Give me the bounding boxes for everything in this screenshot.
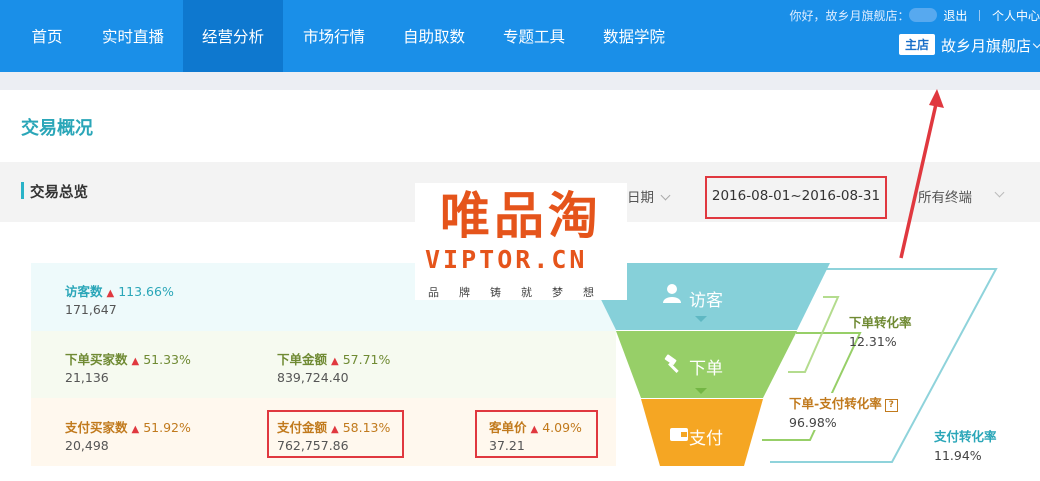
help-icon[interactable]: ? (884, 399, 898, 412)
slogan-char: 铸 (490, 286, 521, 299)
slogan-char: 品 (428, 286, 459, 299)
watermark-logo: 唯品淘 VIPTOR.CN 品牌铸就梦想 (415, 183, 627, 300)
slogan-char: 梦 (552, 286, 583, 299)
wallet-icon (670, 427, 688, 446)
slogan-char: 牌 (459, 286, 490, 299)
user-icon (663, 283, 681, 307)
conversion-value: 96.98% (789, 415, 837, 430)
slogan-char: 就 (521, 286, 552, 299)
order-conversion-rate: 下单转化率 12.31% (849, 312, 912, 349)
funnel-pay-label: 支付 (689, 429, 723, 449)
watermark-slogan: 品牌铸就梦想 (428, 284, 628, 300)
conversion-label-row: 下单-支付转化率? (789, 393, 898, 412)
order-pay-conversion-rate: 下单-支付转化率? 96.98% (789, 393, 900, 430)
funnel-order-label: 下单 (689, 359, 723, 379)
conversion-label: 下单转化率 (849, 315, 912, 330)
conversion-label: 下单-支付转化率 (789, 396, 882, 411)
funnel-visit-label: 访客 (689, 291, 723, 311)
pay-conversion-rate: 支付转化率 11.94% (934, 426, 997, 463)
callout-arrow (899, 103, 938, 259)
conversion-value: 11.94% (934, 448, 982, 463)
page: 首页 实时直播 经营分析 市场行情 自助取数 专题工具 数据学院 你好，故乡月旗… (0, 0, 1040, 481)
conversion-value: 12.31% (849, 334, 897, 349)
hammer-icon (663, 354, 683, 378)
callout-arrow-head (929, 89, 944, 108)
watermark-brand: 唯品淘 (440, 187, 602, 245)
slogan-char: 想 (583, 286, 614, 299)
conversion-label: 支付转化率 (934, 429, 997, 444)
watermark-domain: VIPTOR.CN (425, 245, 588, 274)
